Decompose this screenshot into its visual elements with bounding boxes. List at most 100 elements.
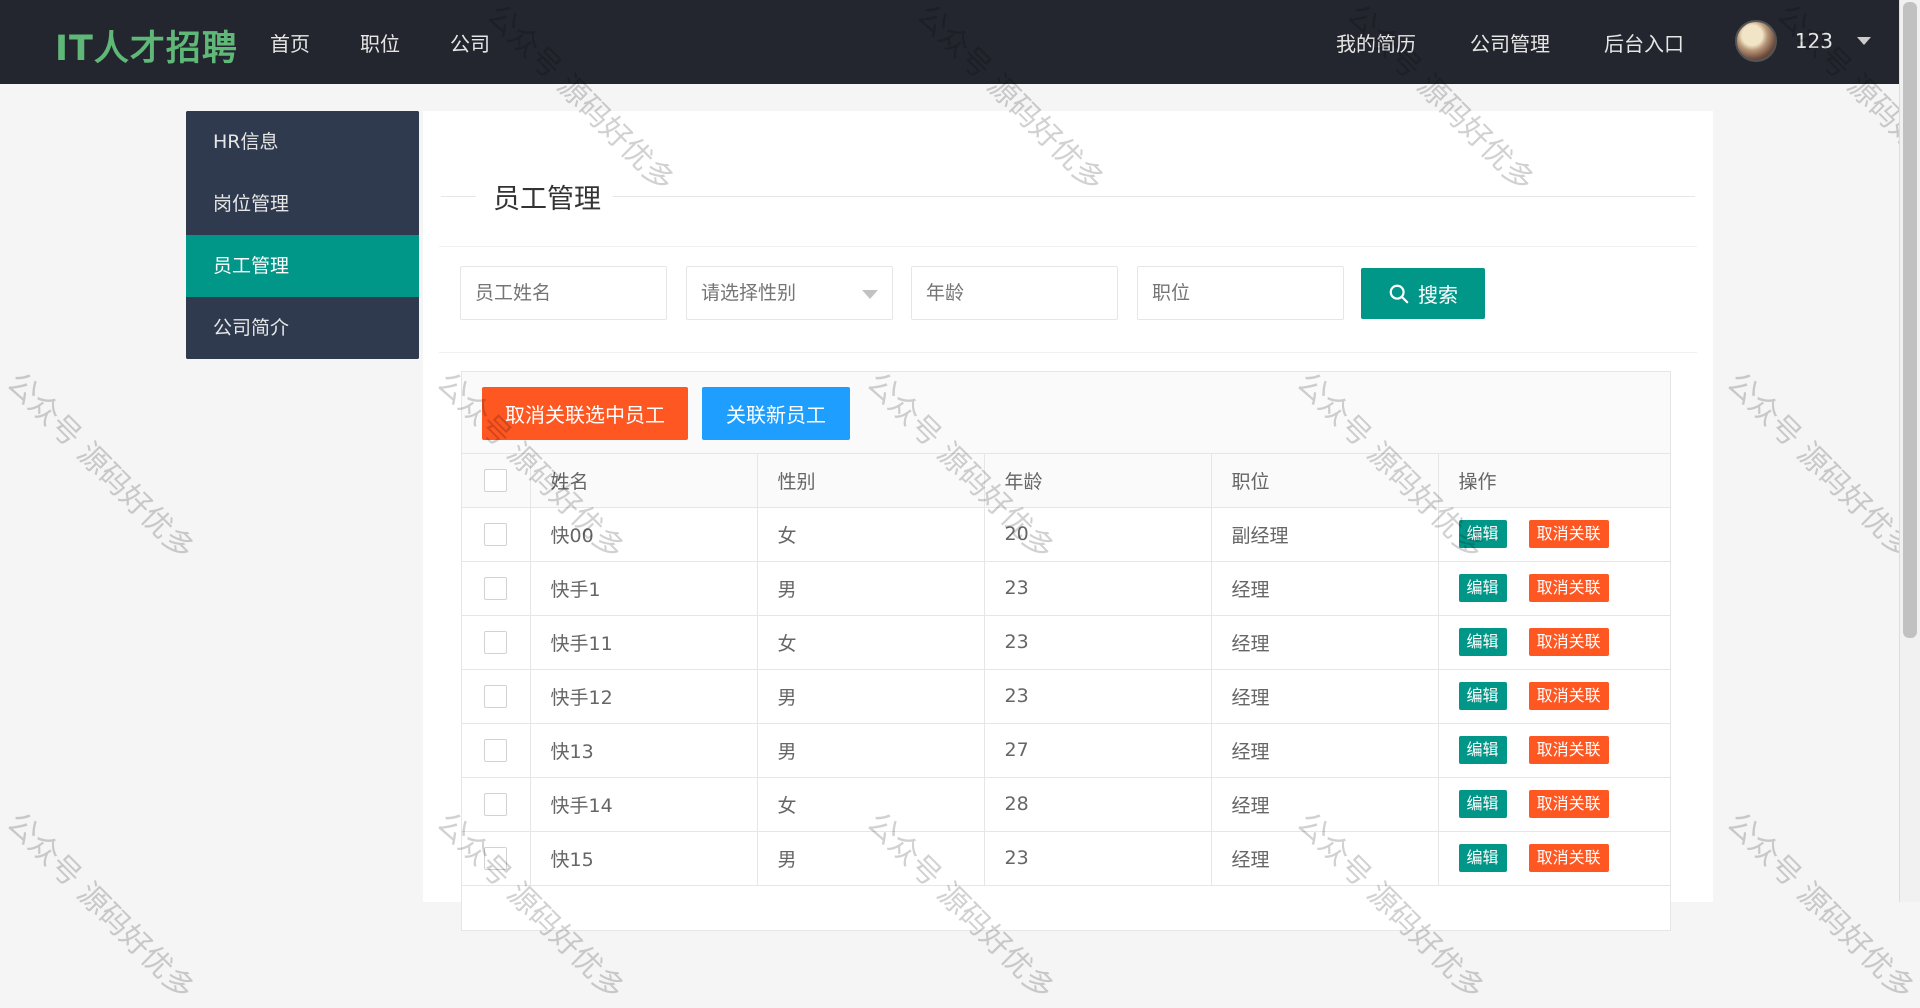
row-checkbox[interactable] xyxy=(484,576,508,600)
search-icon xyxy=(1389,284,1409,303)
user-name[interactable]: 123 xyxy=(1795,29,1833,53)
cell-gender: 男 xyxy=(757,723,985,778)
cell-actions: 编辑 取消关联 xyxy=(1438,615,1670,670)
edit-button[interactable]: 编辑 xyxy=(1458,844,1507,872)
unlink-button[interactable]: 取消关联 xyxy=(1528,736,1609,764)
employee-table: 姓名 性别 年龄 职位 操作 快00 女 20 副经理 编辑 取消关联 快手1 … xyxy=(462,454,1670,886)
cell-age: 23 xyxy=(984,831,1212,886)
row-checkbox[interactable] xyxy=(484,846,508,870)
row-checkbox[interactable] xyxy=(484,630,508,654)
cell-position: 经理 xyxy=(1211,561,1439,616)
watermark: 公众号 源码好优多 xyxy=(0,365,201,567)
column-header-position: 职位 xyxy=(1211,454,1439,508)
row-check-cell xyxy=(462,669,531,724)
cell-age: 28 xyxy=(984,777,1212,832)
column-header-gender: 性别 xyxy=(757,454,985,508)
table-row: 快手14 女 28 经理 编辑 取消关联 xyxy=(462,777,1670,832)
table-header-row: 姓名 性别 年龄 职位 操作 xyxy=(462,454,1670,508)
cell-position: 经理 xyxy=(1211,723,1439,778)
edit-button[interactable]: 编辑 xyxy=(1458,736,1507,764)
cell-actions: 编辑 取消关联 xyxy=(1438,669,1670,724)
scrollbar-thumb[interactable] xyxy=(1903,2,1917,638)
cell-gender: 女 xyxy=(757,615,985,670)
cell-name: 快手12 xyxy=(530,669,758,724)
cell-gender: 女 xyxy=(757,777,985,832)
unlink-button[interactable]: 取消关联 xyxy=(1528,574,1609,602)
nav-admin-entry[interactable]: 后台入口 xyxy=(1604,28,1684,57)
employee-table-wrap: 取消关联选中员工 关联新员工 姓名 性别 年龄 职位 操作 快00 女 20 副… xyxy=(461,371,1671,931)
search-button[interactable]: 搜索 xyxy=(1361,268,1485,319)
edit-button[interactable]: 编辑 xyxy=(1458,574,1507,602)
age-input[interactable] xyxy=(911,266,1118,320)
cell-gender: 男 xyxy=(757,561,985,616)
column-header-age: 年龄 xyxy=(984,454,1212,508)
nav-companies[interactable]: 公司 xyxy=(450,28,490,57)
vertical-scrollbar[interactable] xyxy=(1899,0,1920,902)
cell-actions: 编辑 取消关联 xyxy=(1438,507,1670,562)
nav-company-management[interactable]: 公司管理 xyxy=(1470,28,1550,57)
cell-actions: 编辑 取消关联 xyxy=(1438,777,1670,832)
sidebar-item-employee-management[interactable]: 员工管理 xyxy=(186,235,419,297)
nav-jobs[interactable]: 职位 xyxy=(360,28,400,57)
cell-gender: 男 xyxy=(757,669,985,724)
unlink-button[interactable]: 取消关联 xyxy=(1528,790,1609,818)
cell-age: 23 xyxy=(984,561,1212,616)
user-menu[interactable]: 123 xyxy=(1734,20,1871,62)
unlink-button[interactable]: 取消关联 xyxy=(1528,520,1609,548)
edit-button[interactable]: 编辑 xyxy=(1458,682,1507,710)
edit-button[interactable]: 编辑 xyxy=(1458,520,1507,548)
sidebar: HR信息 岗位管理 员工管理 公司简介 xyxy=(186,111,419,359)
watermark: 公众号 源码好优多 xyxy=(1719,805,1920,1007)
main-nav: 首页 职位 公司 xyxy=(270,28,490,57)
row-checkbox[interactable] xyxy=(484,738,508,762)
page-title: 员工管理 xyxy=(481,177,613,216)
unlink-button[interactable]: 取消关联 xyxy=(1528,844,1609,872)
unlink-button[interactable]: 取消关联 xyxy=(1528,682,1609,710)
avatar[interactable] xyxy=(1734,20,1777,62)
cell-age: 27 xyxy=(984,723,1212,778)
row-check-cell xyxy=(462,831,531,886)
sidebar-item-hr-info[interactable]: HR信息 xyxy=(186,111,419,173)
select-all-checkbox[interactable] xyxy=(484,468,508,492)
row-check-cell xyxy=(462,507,531,562)
row-checkbox[interactable] xyxy=(484,684,508,708)
edit-button[interactable]: 编辑 xyxy=(1458,790,1507,818)
row-check-cell xyxy=(462,723,531,778)
link-new-employee-button[interactable]: 关联新员工 xyxy=(702,387,850,440)
chevron-down-icon[interactable] xyxy=(1857,37,1871,45)
column-header-name: 姓名 xyxy=(530,454,758,508)
cell-name: 快15 xyxy=(530,831,758,886)
cell-age: 23 xyxy=(984,615,1212,670)
nav-my-resume[interactable]: 我的简历 xyxy=(1336,28,1416,57)
row-check-cell xyxy=(462,615,531,670)
sidebar-item-job-management[interactable]: 岗位管理 xyxy=(186,173,419,235)
row-check-cell xyxy=(462,561,531,616)
unlink-button[interactable]: 取消关联 xyxy=(1528,628,1609,656)
position-input[interactable] xyxy=(1137,266,1344,320)
employee-name-input[interactable] xyxy=(460,266,667,320)
chevron-down-icon xyxy=(862,290,878,299)
cell-position: 经理 xyxy=(1211,669,1439,724)
gender-select[interactable]: 请选择性别 xyxy=(686,266,893,320)
brand-logo[interactable]: IT人才招聘 xyxy=(55,20,238,71)
row-check-cell xyxy=(462,777,531,832)
user-nav: 我的简历 公司管理 后台入口 xyxy=(1336,28,1684,57)
sidebar-item-company-profile[interactable]: 公司简介 xyxy=(186,297,419,359)
cell-gender: 女 xyxy=(757,507,985,562)
cell-gender: 男 xyxy=(757,831,985,886)
cell-actions: 编辑 取消关联 xyxy=(1438,831,1670,886)
table-row: 快手11 女 23 经理 编辑 取消关联 xyxy=(462,615,1670,670)
cell-age: 20 xyxy=(984,507,1212,562)
cell-name: 快00 xyxy=(530,507,758,562)
row-checkbox[interactable] xyxy=(484,792,508,816)
row-checkbox[interactable] xyxy=(484,522,508,546)
edit-button[interactable]: 编辑 xyxy=(1458,628,1507,656)
table-row: 快手1 男 23 经理 编辑 取消关联 xyxy=(462,561,1670,616)
cell-name: 快13 xyxy=(530,723,758,778)
unlink-selected-button[interactable]: 取消关联选中员工 xyxy=(482,387,688,440)
cell-position: 经理 xyxy=(1211,615,1439,670)
column-header-actions: 操作 xyxy=(1438,454,1670,508)
nav-home[interactable]: 首页 xyxy=(270,28,310,57)
cell-position: 副经理 xyxy=(1211,507,1439,562)
cell-actions: 编辑 取消关联 xyxy=(1438,561,1670,616)
